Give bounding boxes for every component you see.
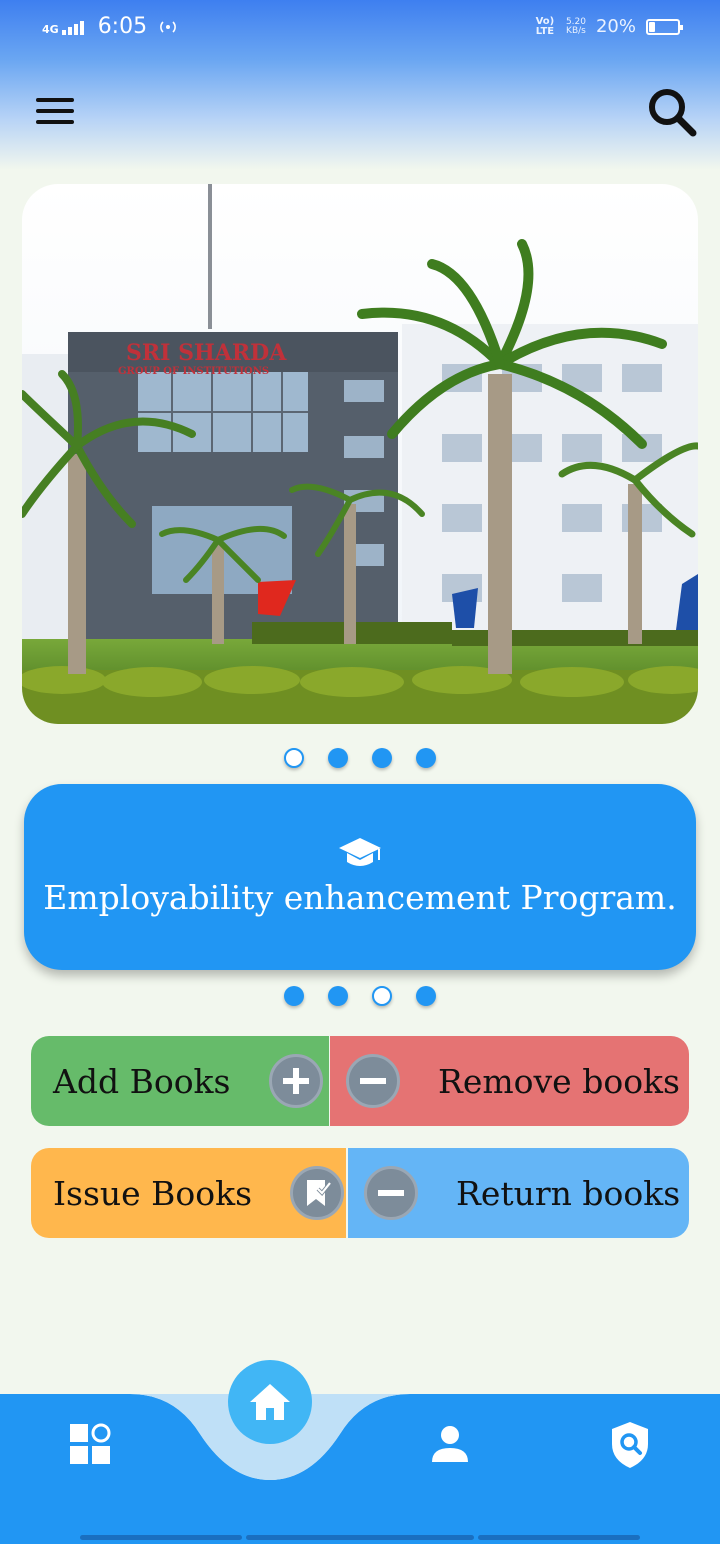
plus-icon: [268, 1054, 323, 1108]
security-search-nav-button[interactable]: [608, 1420, 652, 1474]
page-dot[interactable]: [284, 748, 304, 768]
building-sign: SRI SHARDA: [126, 340, 287, 366]
search-button[interactable]: [646, 86, 698, 138]
search-icon: [649, 89, 697, 137]
dashboard-nav-button[interactable]: [68, 1422, 112, 1470]
page-dot[interactable]: [416, 748, 436, 768]
remove-books-label: Remove books: [438, 1061, 680, 1101]
gesture-bar: [478, 1535, 640, 1540]
menu-button[interactable]: [36, 96, 76, 126]
announcement-card[interactable]: Employability enhancement Program.: [24, 784, 696, 970]
gesture-bar: [80, 1535, 242, 1540]
network-type: 4G: [42, 22, 59, 36]
building-sign-subtitle: GROUP OF INSTITUTIONS: [118, 366, 269, 377]
return-books-button[interactable]: Return books: [348, 1148, 689, 1238]
return-books-label: Return books: [456, 1173, 681, 1213]
status-time: 6:05: [97, 14, 148, 39]
add-books-button[interactable]: Add Books: [31, 1036, 329, 1126]
graduation-cap-icon: [339, 838, 381, 866]
remove-books-button[interactable]: Remove books: [330, 1036, 689, 1126]
page-dot[interactable]: [416, 986, 436, 1006]
home-icon: [250, 1384, 290, 1420]
page-dot[interactable]: [284, 986, 304, 1006]
gesture-bar: [246, 1535, 474, 1540]
minus-icon: [346, 1054, 400, 1108]
campus-banner-slider[interactable]: SRI SHARDA GROUP OF INSTITUTIONS: [22, 184, 698, 724]
minus-icon: [364, 1166, 418, 1220]
home-nav-button[interactable]: [228, 1360, 312, 1444]
security-search-icon: [612, 1422, 648, 1468]
dashboard-icon: [70, 1423, 111, 1464]
banner-page-indicator: [284, 748, 436, 768]
page-dot[interactable]: [372, 748, 392, 768]
issue-books-label: Issue Books: [53, 1173, 253, 1213]
bookmark-check-icon: [290, 1166, 345, 1220]
profile-nav-button[interactable]: [430, 1424, 470, 1468]
page-dot[interactable]: [328, 748, 348, 768]
volte-indicator: Vo) LTE: [535, 15, 555, 37]
announcement-text: Employability enhancement Program.: [43, 878, 677, 917]
issue-books-button[interactable]: Issue Books: [31, 1148, 346, 1238]
network-speed-unit: KB/s: [566, 25, 586, 36]
signal-icon: 4G: [42, 19, 88, 35]
campus-photo: SRI SHARDA GROUP OF INSTITUTIONS: [22, 184, 698, 724]
page-dot[interactable]: [328, 986, 348, 1006]
battery-percent: 20%: [595, 16, 636, 37]
hotspot-icon: [160, 20, 176, 33]
page-dot[interactable]: [372, 986, 392, 1006]
announcement-page-indicator: [284, 986, 436, 1006]
add-books-label: Add Books: [53, 1061, 231, 1101]
profile-icon: [432, 1426, 468, 1462]
battery-icon: [646, 18, 683, 35]
status-bar: 4G 6:05 Vo) LTE 5.20 KB/s 20%: [0, 0, 720, 58]
